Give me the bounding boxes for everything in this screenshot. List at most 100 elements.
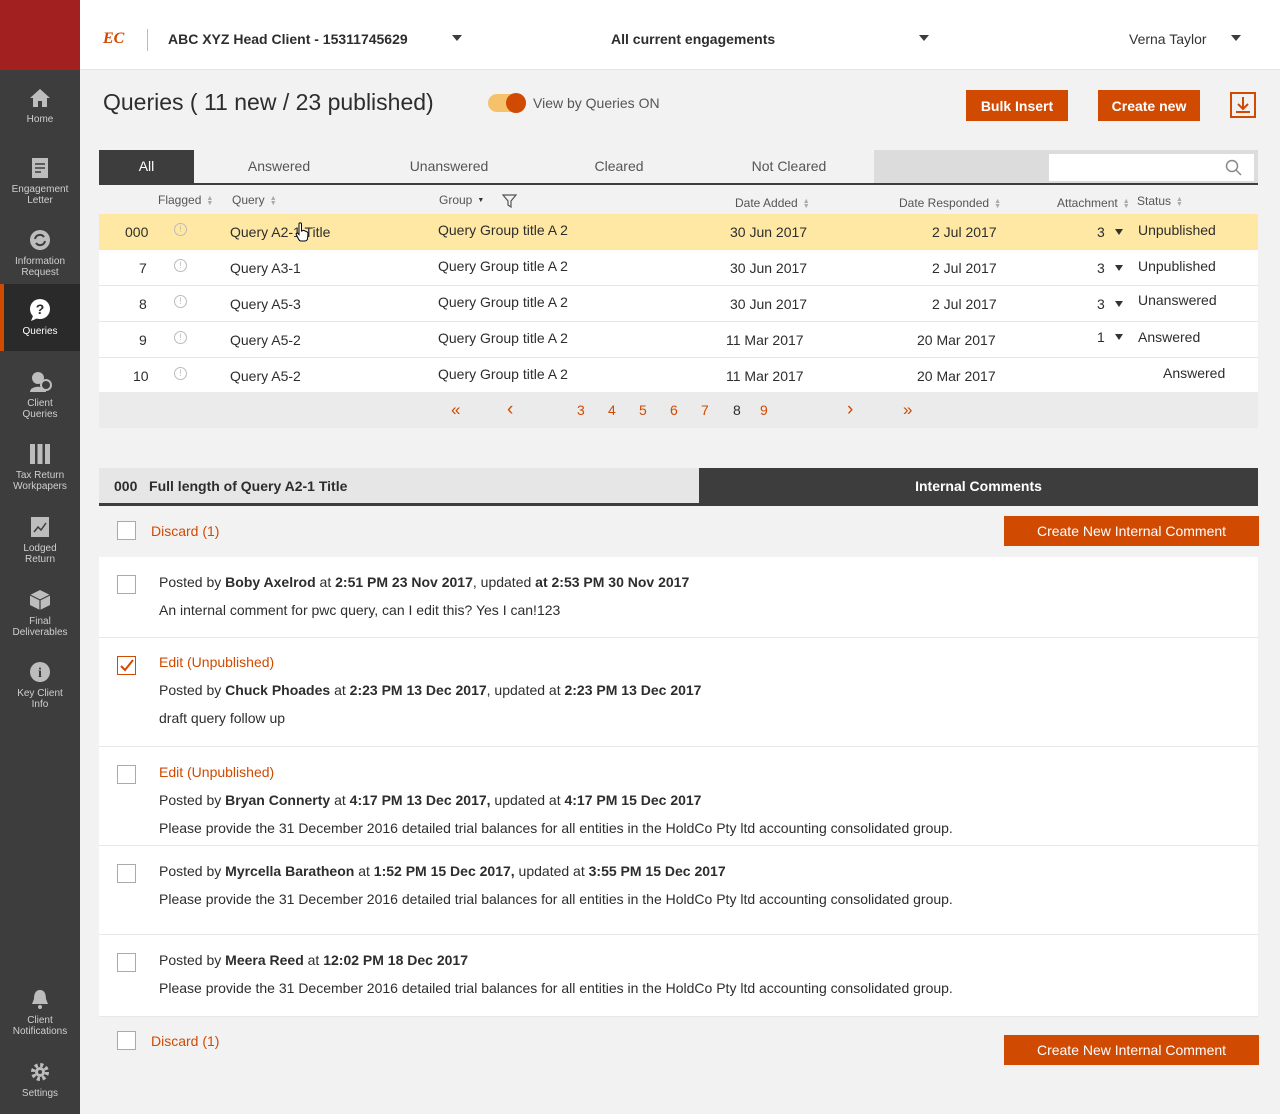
- page-link[interactable]: 5: [639, 402, 647, 418]
- sidebar-item-engagement-letter[interactable]: Engagement Letter: [0, 156, 80, 206]
- gear-icon: [31, 1063, 49, 1081]
- column-header-status[interactable]: Status ▲ ▼: [1137, 194, 1183, 208]
- page-link[interactable]: 6: [670, 402, 678, 418]
- chevron-down-icon[interactable]: [1115, 334, 1123, 340]
- create-new-button[interactable]: Create new: [1098, 90, 1200, 121]
- detail-query-title: Full length of Query A2-1 Title: [149, 478, 348, 494]
- first-page-button[interactable]: «: [451, 400, 460, 420]
- tab-unanswered[interactable]: Unanswered: [394, 150, 504, 183]
- comment-meta: Posted by Bryan Connerty at 4:17 PM 13 D…: [159, 792, 702, 808]
- tab-cleared[interactable]: Cleared: [569, 150, 669, 183]
- page-link[interactable]: 3: [577, 402, 585, 418]
- row-query[interactable]: Query A3-1: [230, 260, 301, 276]
- sidebar-item-home[interactable]: Home: [0, 86, 80, 126]
- query-detail-title[interactable]: 000 Full length of Query A2-1 Title: [99, 468, 699, 503]
- page-link[interactable]: 9: [760, 402, 768, 418]
- sidebar-item-information-request[interactable]: Information Request: [0, 228, 80, 278]
- flag-icon[interactable]: !: [174, 331, 187, 344]
- comment-checkbox[interactable]: [117, 864, 136, 883]
- sidebar-item-client-queries[interactable]: Client Queries: [0, 370, 80, 420]
- column-header-date-added[interactable]: Date Added ▲ ▼: [735, 196, 810, 210]
- sidebar-item-queries[interactable]: ? Queries: [0, 284, 80, 351]
- last-page-button[interactable]: »: [903, 400, 912, 420]
- chevron-down-icon[interactable]: [1115, 301, 1123, 307]
- filter-icon[interactable]: [502, 194, 517, 208]
- row-date-responded: 2 Jul 2017: [932, 296, 997, 312]
- comment-author: Meera Reed: [225, 952, 304, 968]
- chevron-down-icon[interactable]: [1115, 229, 1123, 235]
- comment-author: Bryan Connerty: [225, 792, 331, 808]
- column-header-query[interactable]: Query ▲ ▼: [232, 193, 277, 207]
- sidebar-item-settings[interactable]: Settings: [0, 1060, 80, 1100]
- sidebar-item-lodged-return[interactable]: Lodged Return: [0, 515, 80, 565]
- chevron-down-icon[interactable]: [452, 35, 462, 41]
- flag-icon[interactable]: !: [174, 295, 187, 308]
- engagement-selector[interactable]: All current engagements: [611, 31, 775, 47]
- comment-item: Posted by Myrcella Baratheon at 1:52 PM …: [99, 846, 1258, 935]
- chevron-down-icon[interactable]: [1231, 35, 1241, 41]
- edit-unpublished-link[interactable]: Edit (Unpublished): [159, 764, 274, 780]
- row-query[interactable]: Query A2-1 Title: [230, 224, 330, 240]
- row-status: Answered: [1138, 329, 1201, 345]
- flag-icon[interactable]: !: [174, 223, 187, 236]
- comment-author: Boby Axelrod: [225, 574, 316, 590]
- select-all-checkbox[interactable]: [117, 521, 136, 540]
- sidebar-item-key-client-info[interactable]: i Key Client Info: [0, 660, 80, 710]
- discard-link-bottom[interactable]: Discard (1): [151, 1033, 219, 1049]
- create-internal-comment-button[interactable]: Create New Internal Comment: [1004, 516, 1259, 546]
- table-row[interactable]: 8 ! Query A5-3 Query Group title A 2 30 …: [99, 286, 1258, 322]
- letter-icon: [32, 158, 48, 178]
- create-internal-comment-button-bottom[interactable]: Create New Internal Comment: [1004, 1035, 1259, 1065]
- client-selector[interactable]: ABC XYZ Head Client - 15311745629: [168, 31, 408, 47]
- search-icon[interactable]: [1225, 159, 1242, 176]
- comment-checkbox[interactable]: [117, 575, 136, 594]
- column-header-flagged[interactable]: Flagged ▲ ▼: [158, 193, 213, 207]
- row-date-added: 11 Mar 2017: [726, 332, 804, 348]
- chevron-down-icon[interactable]: [1115, 265, 1123, 271]
- sidebar-item-tax-return-workpapers[interactable]: Tax Return Workpapers: [0, 442, 80, 492]
- comment-checkbox[interactable]: [117, 765, 136, 784]
- download-button[interactable]: [1230, 92, 1256, 118]
- sidebar-item-client-notifications[interactable]: Client Notifications: [0, 987, 80, 1037]
- row-date-added: 30 Jun 2017: [730, 296, 808, 312]
- brand-block: [0, 0, 80, 70]
- flag-icon[interactable]: !: [174, 367, 187, 380]
- comment-checkbox[interactable]: [117, 953, 136, 972]
- edit-unpublished-link[interactable]: Edit (Unpublished): [159, 654, 274, 670]
- column-header-date-responded[interactable]: Date Responded ▲ ▼: [899, 196, 1001, 210]
- table-row[interactable]: 000 ! Query A2-1 Title Query Group title…: [99, 214, 1258, 250]
- tab-answered[interactable]: Answered: [229, 150, 329, 183]
- view-by-queries-toggle[interactable]: [488, 93, 526, 113]
- row-date-responded: 2 Jul 2017: [932, 224, 997, 240]
- bulk-insert-button[interactable]: Bulk Insert: [966, 90, 1068, 121]
- checkmark-icon: [120, 659, 134, 672]
- row-status: Unpublished: [1138, 222, 1216, 238]
- column-header-attachment[interactable]: Attachment ▲ ▼: [1057, 196, 1130, 210]
- user-menu[interactable]: Verna Taylor: [1129, 31, 1207, 47]
- row-query[interactable]: Query A5-3: [230, 296, 301, 312]
- row-attachment-count: 3: [1097, 260, 1105, 276]
- table-row[interactable]: 10 ! Query A5-2 Query Group title A 2 11…: [99, 358, 1258, 394]
- discard-link[interactable]: Discard (1): [151, 523, 219, 539]
- flag-icon[interactable]: !: [174, 259, 187, 272]
- tab-all[interactable]: All: [99, 150, 194, 183]
- next-page-button[interactable]: ›: [847, 399, 853, 421]
- prev-page-button[interactable]: ‹: [507, 399, 513, 421]
- sidebar-item-final-deliverables[interactable]: Final Deliverables: [0, 588, 80, 638]
- row-query[interactable]: Query A5-2: [230, 368, 301, 384]
- tab-not-cleared[interactable]: Not Cleared: [729, 150, 849, 183]
- select-all-checkbox-bottom[interactable]: [117, 1031, 136, 1050]
- column-header-group[interactable]: Group ▼: [439, 193, 484, 207]
- table-row[interactable]: 9 ! Query A5-2 Query Group title A 2 11 …: [99, 322, 1258, 358]
- sort-icon: ▲ ▼: [206, 194, 214, 207]
- table-row[interactable]: 7 ! Query A3-1 Query Group title A 2 30 …: [99, 250, 1258, 286]
- search-input[interactable]: [1049, 154, 1254, 181]
- row-date-added: 30 Jun 2017: [730, 260, 808, 276]
- tab-internal-comments[interactable]: Internal Comments: [699, 468, 1258, 503]
- chevron-down-icon[interactable]: [919, 35, 929, 41]
- comment-checkbox[interactable]: [117, 656, 136, 675]
- row-query[interactable]: Query A5-2: [230, 332, 301, 348]
- sidebar-item-label: Home: [26, 114, 54, 125]
- page-link[interactable]: 4: [608, 402, 616, 418]
- page-link[interactable]: 7: [701, 402, 709, 418]
